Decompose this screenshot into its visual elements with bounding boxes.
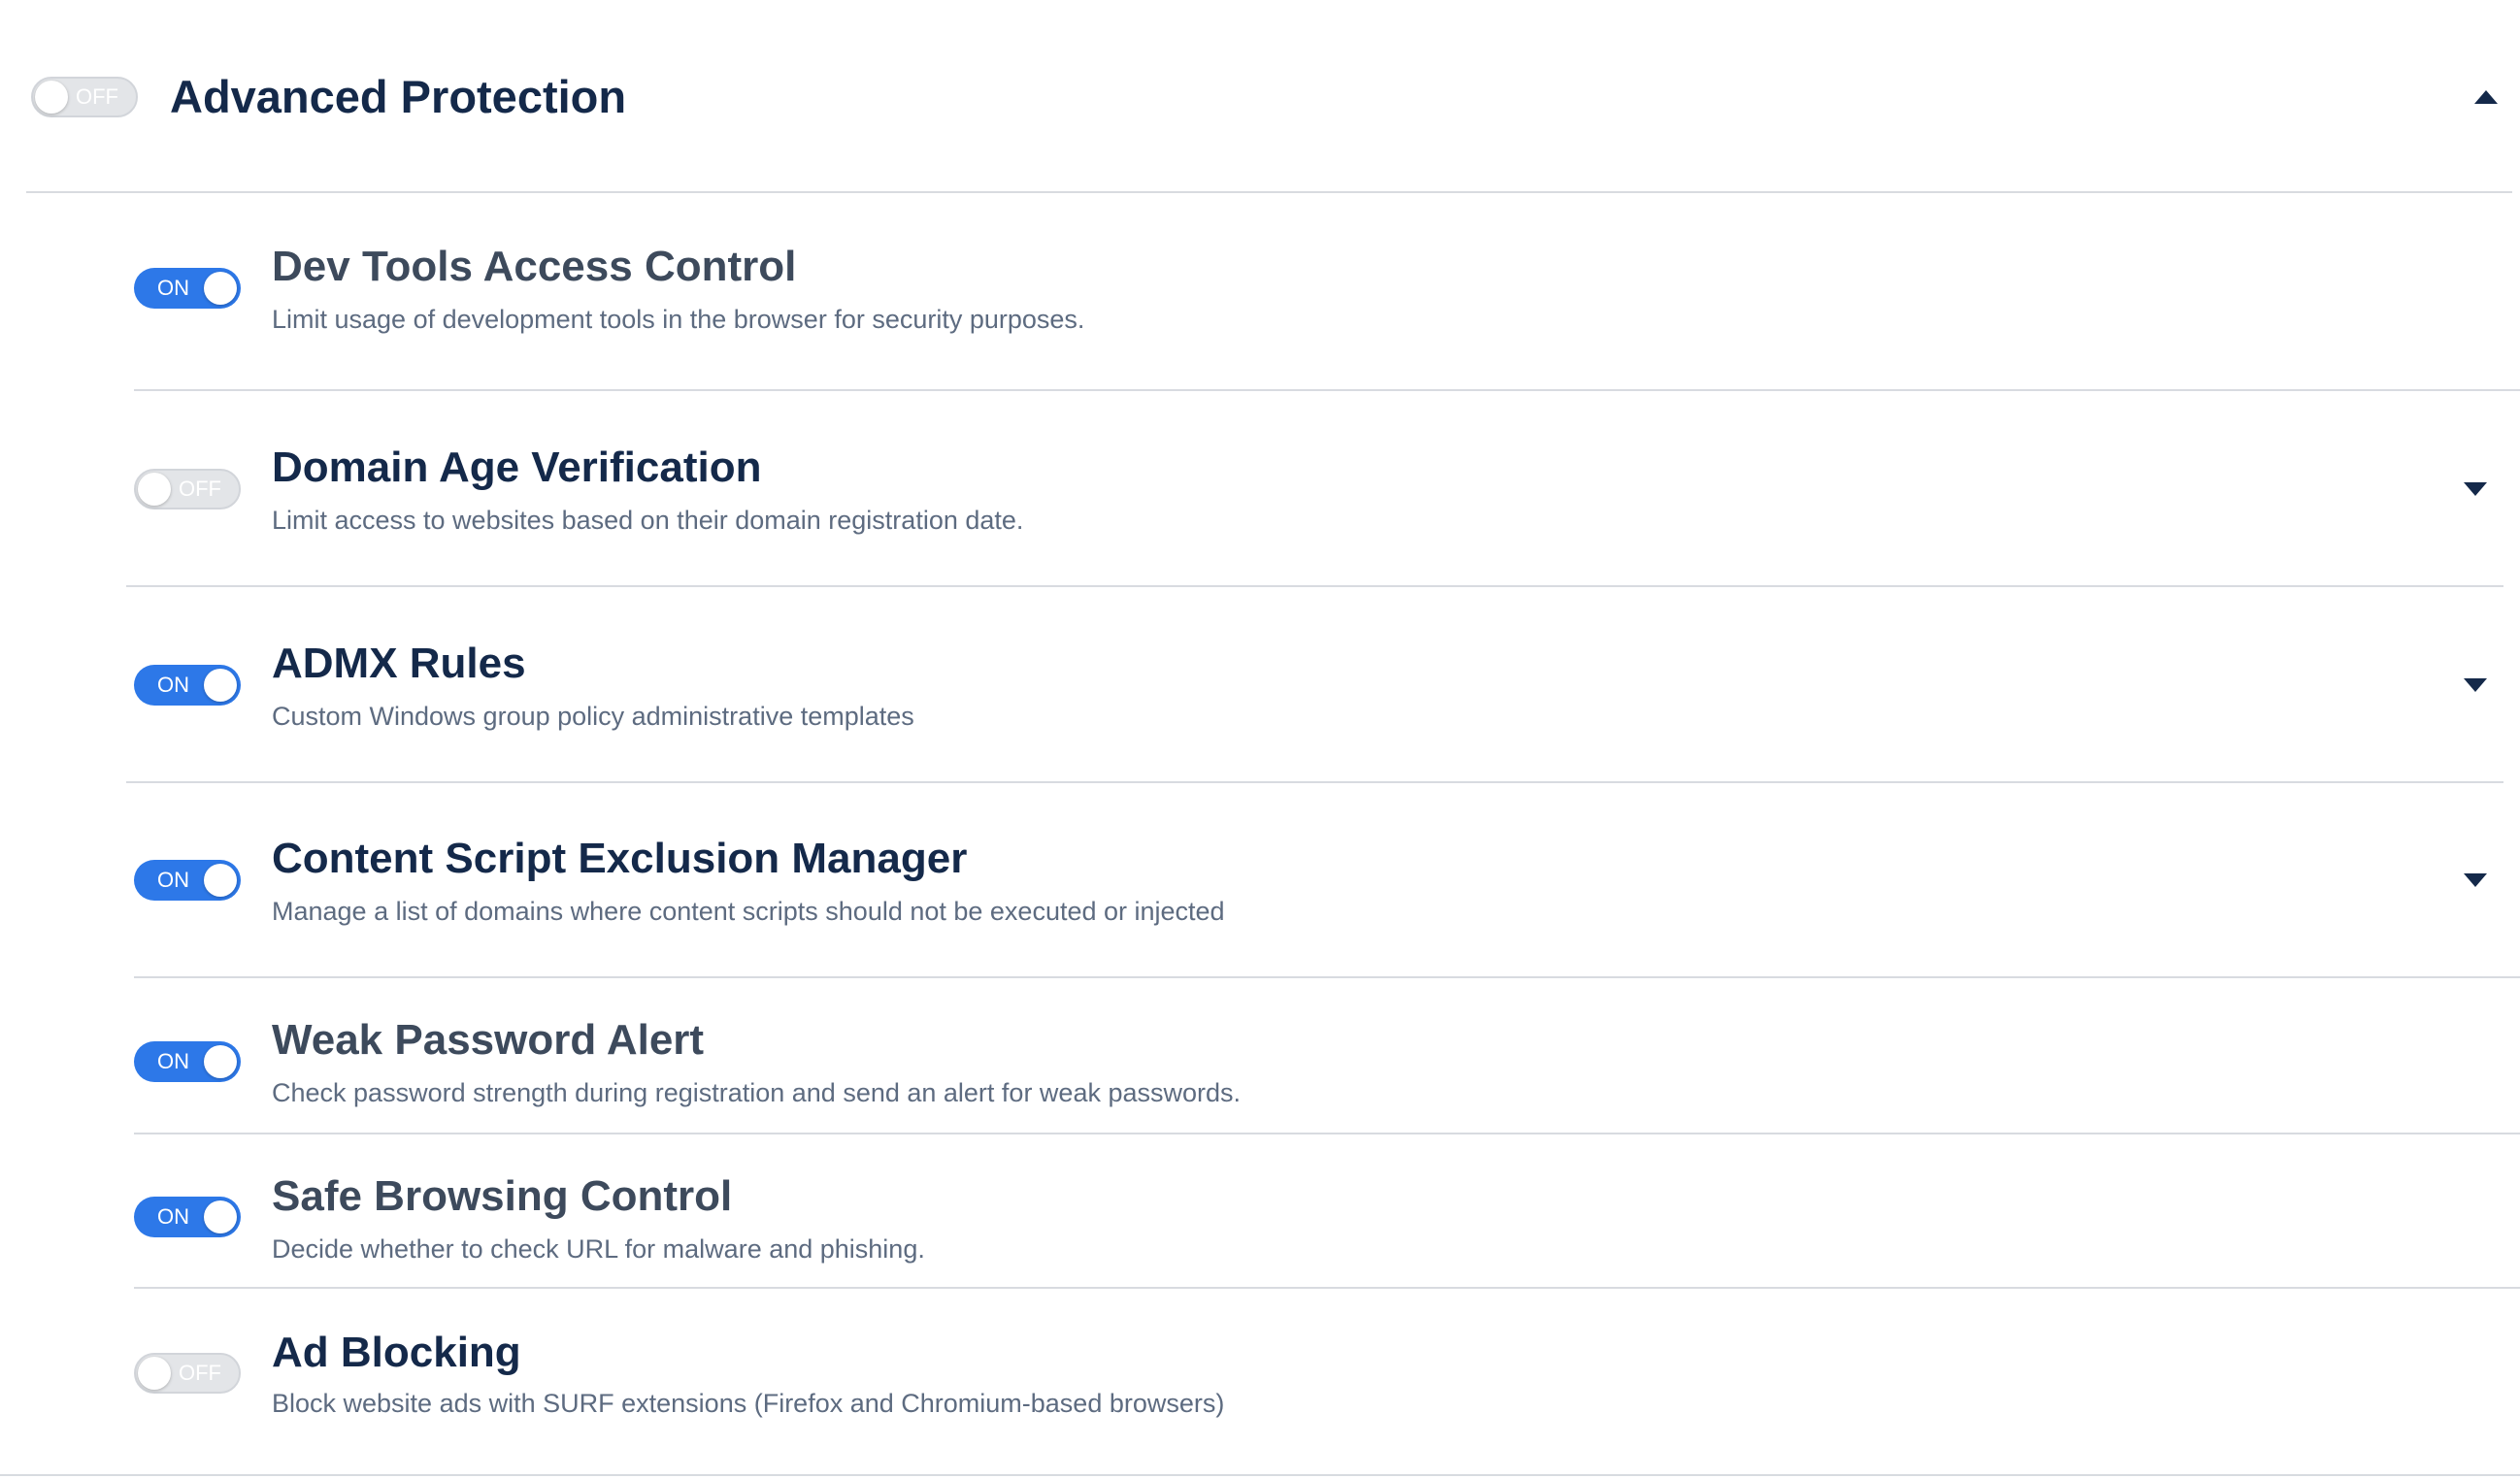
- content-script-toggle[interactable]: ON: [134, 860, 241, 901]
- setting-description: Check password strength during registrat…: [272, 1078, 1242, 1107]
- toggle-state-label: ON: [157, 868, 189, 892]
- caret-down-icon[interactable]: [2464, 482, 2487, 496]
- toggle-state-label: OFF: [76, 84, 118, 109]
- setting-description: Custom Windows group policy administrati…: [272, 702, 914, 731]
- toggle-state-label: ON: [157, 1049, 189, 1073]
- toggle-knob: [204, 864, 237, 897]
- section-title: Advanced Protection: [170, 71, 627, 122]
- toggle-state-label: OFF: [179, 477, 221, 501]
- caret-up-icon[interactable]: [2474, 90, 2498, 104]
- row-divider: [134, 976, 2520, 978]
- row-divider: [126, 585, 2503, 587]
- toggle-knob: [35, 81, 68, 114]
- ad-blocking-toggle[interactable]: OFF: [134, 1353, 241, 1394]
- row-divider: [0, 1474, 2520, 1476]
- domain-age-toggle[interactable]: OFF: [134, 469, 241, 509]
- admx-rules-toggle[interactable]: ON: [134, 665, 241, 706]
- toggle-state-label: ON: [157, 673, 189, 697]
- setting-description: Decide whether to check URL for malware …: [272, 1234, 925, 1264]
- advanced-protection-header: OFF Advanced Protection: [0, 0, 2520, 194]
- advanced-protection-toggle[interactable]: OFF: [31, 77, 138, 117]
- setting-description: Limit usage of development tools in the …: [272, 305, 1085, 334]
- caret-down-icon[interactable]: [2464, 678, 2487, 692]
- setting-description: Block website ads with SURF extensions (…: [272, 1389, 1225, 1418]
- setting-description: Manage a list of domains where content s…: [272, 897, 1225, 926]
- safe-browsing-toggle[interactable]: ON: [134, 1197, 241, 1237]
- setting-title: Weak Password Alert: [272, 1016, 705, 1064]
- toggle-knob: [204, 272, 237, 305]
- setting-title: Domain Age Verification: [272, 444, 762, 491]
- setting-title: Dev Tools Access Control: [272, 243, 797, 290]
- row-divider: [126, 781, 2503, 783]
- toggle-state-label: OFF: [179, 1361, 221, 1385]
- row-divider: [134, 1287, 2520, 1289]
- setting-title: Safe Browsing Control: [272, 1172, 733, 1220]
- toggle-state-label: ON: [157, 276, 189, 300]
- toggle-knob: [204, 669, 237, 702]
- setting-description: Limit access to websites based on their …: [272, 506, 1024, 535]
- weak-password-toggle[interactable]: ON: [134, 1041, 241, 1082]
- toggle-knob: [204, 1200, 237, 1233]
- setting-title: Ad Blocking: [272, 1329, 521, 1376]
- header-divider: [26, 191, 2512, 193]
- dev-tools-toggle[interactable]: ON: [134, 268, 241, 309]
- row-divider: [134, 1133, 2520, 1134]
- toggle-knob: [138, 473, 171, 506]
- toggle-state-label: ON: [157, 1204, 189, 1229]
- row-divider: [134, 389, 2520, 391]
- setting-title: Content Script Exclusion Manager: [272, 835, 968, 882]
- toggle-knob: [204, 1045, 237, 1078]
- setting-title: ADMX Rules: [272, 640, 526, 687]
- toggle-knob: [138, 1357, 171, 1390]
- caret-down-icon[interactable]: [2464, 873, 2487, 887]
